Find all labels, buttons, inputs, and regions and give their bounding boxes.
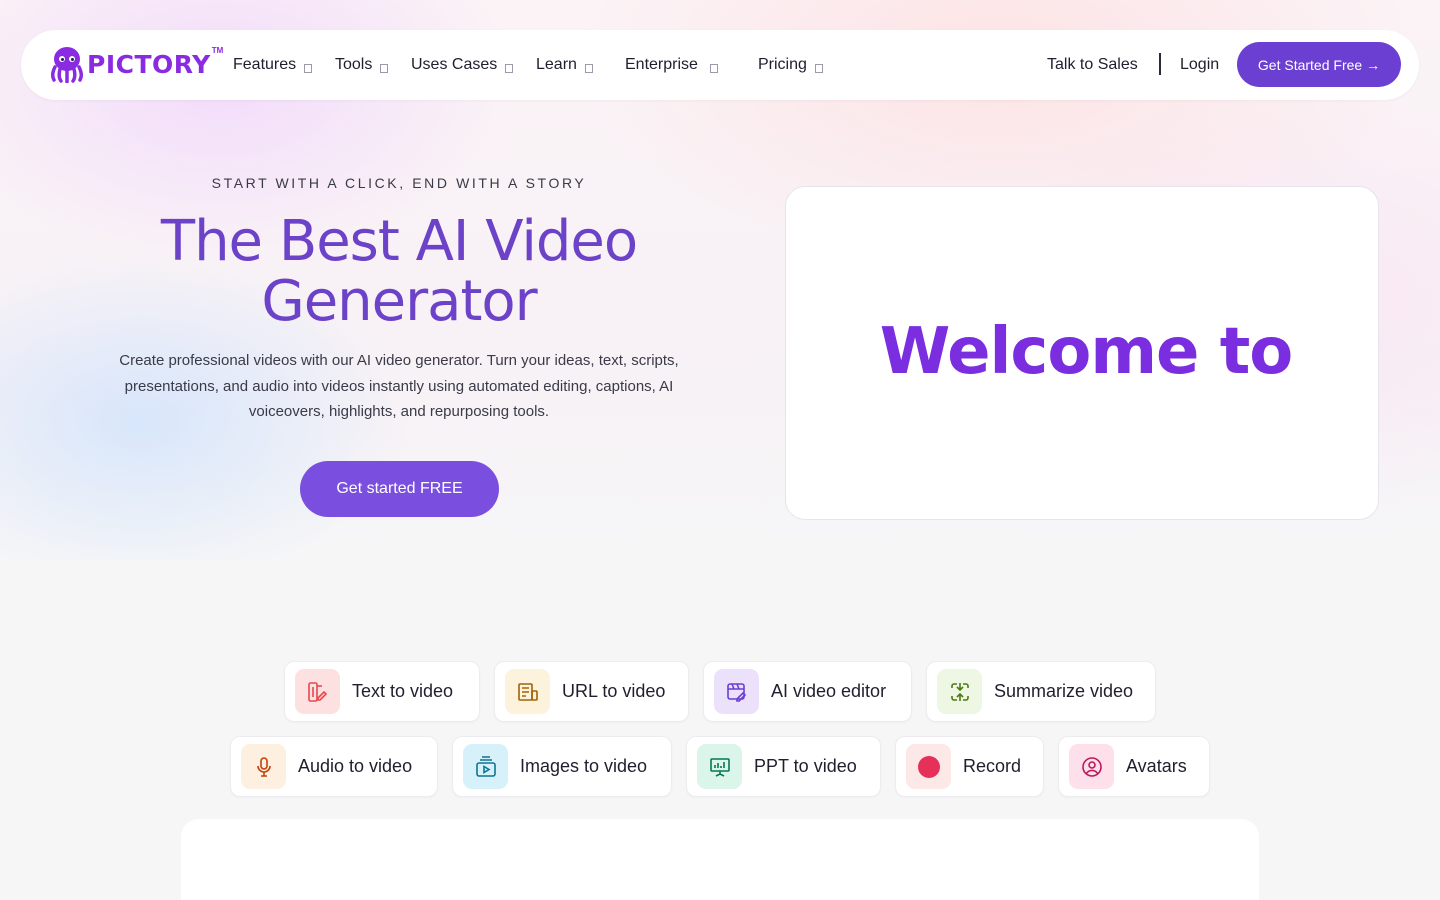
get-started-free-hero-button[interactable]: Get started FREE	[300, 461, 499, 517]
tool-ppt-to-video[interactable]: PPT to video	[686, 736, 881, 797]
tool-label: Text to video	[352, 681, 454, 701]
octopus-logo-icon	[50, 47, 84, 83]
get-started-free-button[interactable]: Get Started Free →	[1237, 42, 1401, 87]
chevron-down-icon	[584, 63, 593, 73]
login-link[interactable]: Login	[1180, 53, 1219, 77]
nav-pricing[interactable]: Pricing	[758, 53, 823, 77]
nav-label: Learn	[536, 56, 577, 73]
brand-name: PICTORY	[87, 49, 211, 79]
nav-label: Uses Cases	[411, 56, 498, 73]
nav-label: Enterprise	[625, 56, 698, 73]
tool-ai-video-editor[interactable]: AI video editor	[703, 661, 912, 722]
chevron-down-icon	[505, 63, 514, 73]
video-caption: Welcome to	[879, 315, 1294, 389]
microphone-icon	[241, 744, 286, 789]
chevron-down-icon	[380, 63, 389, 73]
tool-url-to-video[interactable]: URL to video	[494, 661, 689, 722]
nav-use-cases[interactable]: Uses Cases	[411, 53, 514, 77]
nav-divider	[1159, 53, 1161, 75]
tool-label: PPT to video	[754, 756, 857, 776]
tool-audio-to-video[interactable]: Audio to video	[230, 736, 438, 797]
tool-label: Summarize video	[994, 681, 1134, 701]
summarize-video-icon	[937, 669, 982, 714]
record-icon	[906, 744, 951, 789]
tool-label: Avatars	[1126, 756, 1187, 776]
tool-label: Audio to video	[298, 756, 413, 776]
hero-video-player[interactable]: Welcome to	[785, 186, 1379, 520]
top-navigation: PICTORY TM Features Tools Uses Cases Lea…	[21, 30, 1419, 100]
hero-description: Create professional videos with our AI v…	[119, 352, 679, 420]
trademark: TM	[211, 45, 224, 55]
tool-images-to-video[interactable]: Images to video	[452, 736, 672, 797]
hero-eyebrow: START WITH A CLICK, END WITH A STORY	[211, 175, 587, 191]
tool-label: AI video editor	[771, 681, 887, 701]
nav-label: Tools	[335, 56, 373, 73]
tool-summarize-video[interactable]: Summarize video	[926, 661, 1156, 722]
ai-video-editor-icon	[714, 669, 759, 714]
url-to-video-icon	[505, 669, 550, 714]
nav-features[interactable]: Features	[233, 53, 313, 77]
text-to-video-icon	[295, 669, 340, 714]
page-title: The Best AI Video Generator	[160, 209, 638, 334]
tool-label: URL to video	[562, 681, 666, 701]
talk-to-sales-link[interactable]: Talk to Sales	[1047, 53, 1138, 77]
chevron-down-icon	[709, 63, 718, 73]
nav-label: Pricing	[758, 56, 807, 73]
images-to-video-icon	[463, 744, 508, 789]
nav-learn[interactable]: Learn	[536, 53, 593, 77]
avatar-icon	[1069, 744, 1114, 789]
nav-tools[interactable]: Tools	[335, 53, 389, 77]
chevron-down-icon	[304, 63, 313, 73]
chevron-down-icon	[814, 63, 823, 73]
nav-label: Features	[233, 56, 297, 73]
tool-text-to-video[interactable]: Text to video	[284, 661, 480, 722]
tool-avatars[interactable]: Avatars	[1058, 736, 1210, 797]
nav-enterprise[interactable]: Enterprise	[625, 53, 718, 77]
brand-logo[interactable]: PICTORY TM	[49, 44, 223, 84]
tool-record[interactable]: Record	[895, 736, 1044, 797]
tool-label: Record	[963, 756, 1022, 776]
content-preview-card	[181, 819, 1259, 900]
tool-label: Images to video	[520, 756, 648, 776]
presentation-icon	[697, 744, 742, 789]
